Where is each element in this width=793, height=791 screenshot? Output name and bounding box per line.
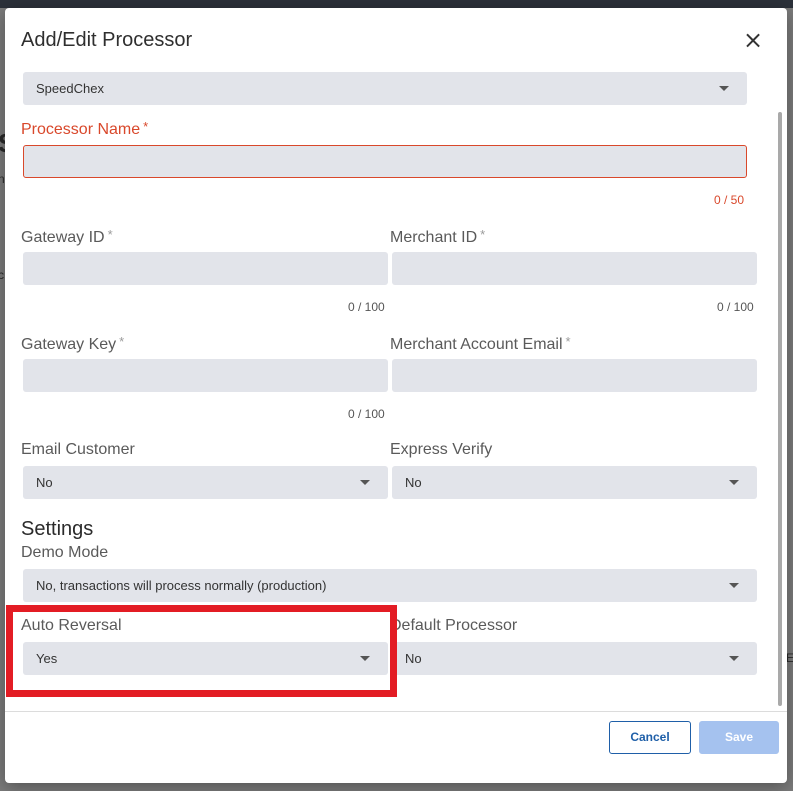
gateway-key-label: Gateway Key * xyxy=(21,334,124,354)
background-text-fragment: n xyxy=(0,172,5,186)
footer-divider xyxy=(5,711,787,712)
cancel-button[interactable]: Cancel xyxy=(609,721,691,754)
gateway-id-label: Gateway ID * xyxy=(21,227,113,247)
required-marker: * xyxy=(565,334,571,349)
required-marker: * xyxy=(143,119,149,134)
express-verify-select[interactable]: No xyxy=(392,466,757,499)
background-text-fragment: E xyxy=(786,651,793,665)
app-top-bar xyxy=(0,0,793,8)
merchant-account-email-input[interactable] xyxy=(392,359,757,392)
background-text-fragment: c xyxy=(0,268,4,282)
gateway-key-counter: 0 / 100 xyxy=(348,407,385,421)
chevron-down-icon xyxy=(360,656,370,661)
email-customer-select[interactable]: No xyxy=(23,466,388,499)
express-verify-value: No xyxy=(405,475,422,490)
merchant-account-email-label-text: Merchant Account Email xyxy=(390,336,563,353)
save-button[interactable]: Save xyxy=(699,721,779,754)
close-icon[interactable]: × xyxy=(741,28,765,52)
merchant-id-label-text: Merchant ID xyxy=(390,229,478,246)
gateway-key-label-text: Gateway Key xyxy=(21,336,117,353)
processor-type-value: SpeedChex xyxy=(36,81,104,96)
required-marker: * xyxy=(480,227,486,242)
default-processor-select[interactable]: No xyxy=(392,642,757,675)
gateway-id-label-text: Gateway ID xyxy=(21,229,105,246)
required-marker: * xyxy=(119,334,125,349)
dialog-title: Add/Edit Processor xyxy=(21,29,193,51)
auto-reversal-label: Auto Reversal xyxy=(21,617,122,634)
merchant-id-counter: 0 / 100 xyxy=(717,300,754,314)
email-customer-label: Email Customer xyxy=(21,441,135,458)
processor-name-label: Processor Name * xyxy=(21,119,148,139)
gateway-id-counter: 0 / 100 xyxy=(348,300,385,314)
add-edit-processor-dialog: Add/Edit Processor × SpeedChex Processor… xyxy=(5,8,787,783)
chevron-down-icon xyxy=(729,656,739,661)
demo-mode-value: No, transactions will process normally (… xyxy=(36,578,327,593)
chevron-down-icon xyxy=(719,86,729,91)
chevron-down-icon xyxy=(729,583,739,588)
merchant-account-email-label: Merchant Account Email * xyxy=(390,334,571,354)
auto-reversal-select[interactable]: Yes xyxy=(23,642,388,675)
processor-name-counter: 0 / 50 xyxy=(714,193,745,207)
chevron-down-icon xyxy=(360,480,370,485)
default-processor-label: Default Processor xyxy=(390,617,518,634)
gateway-id-input[interactable] xyxy=(23,252,388,285)
processor-name-input[interactable] xyxy=(23,145,747,178)
demo-mode-select[interactable]: No, transactions will process normally (… xyxy=(23,569,757,602)
settings-heading: Settings xyxy=(21,518,94,540)
processor-type-select[interactable]: SpeedChex xyxy=(23,72,747,105)
auto-reversal-value: Yes xyxy=(36,651,58,666)
scrollbar[interactable] xyxy=(778,112,782,706)
merchant-id-input[interactable] xyxy=(392,252,757,285)
express-verify-label: Express Verify xyxy=(390,441,493,458)
required-marker: * xyxy=(107,227,113,242)
chevron-down-icon xyxy=(729,480,739,485)
default-processor-value: No xyxy=(405,651,422,666)
demo-mode-label: Demo Mode xyxy=(21,544,109,561)
processor-name-label-text: Processor Name xyxy=(21,121,141,138)
gateway-key-input[interactable] xyxy=(23,359,388,392)
email-customer-value: No xyxy=(36,475,53,490)
merchant-id-label: Merchant ID * xyxy=(390,227,485,247)
